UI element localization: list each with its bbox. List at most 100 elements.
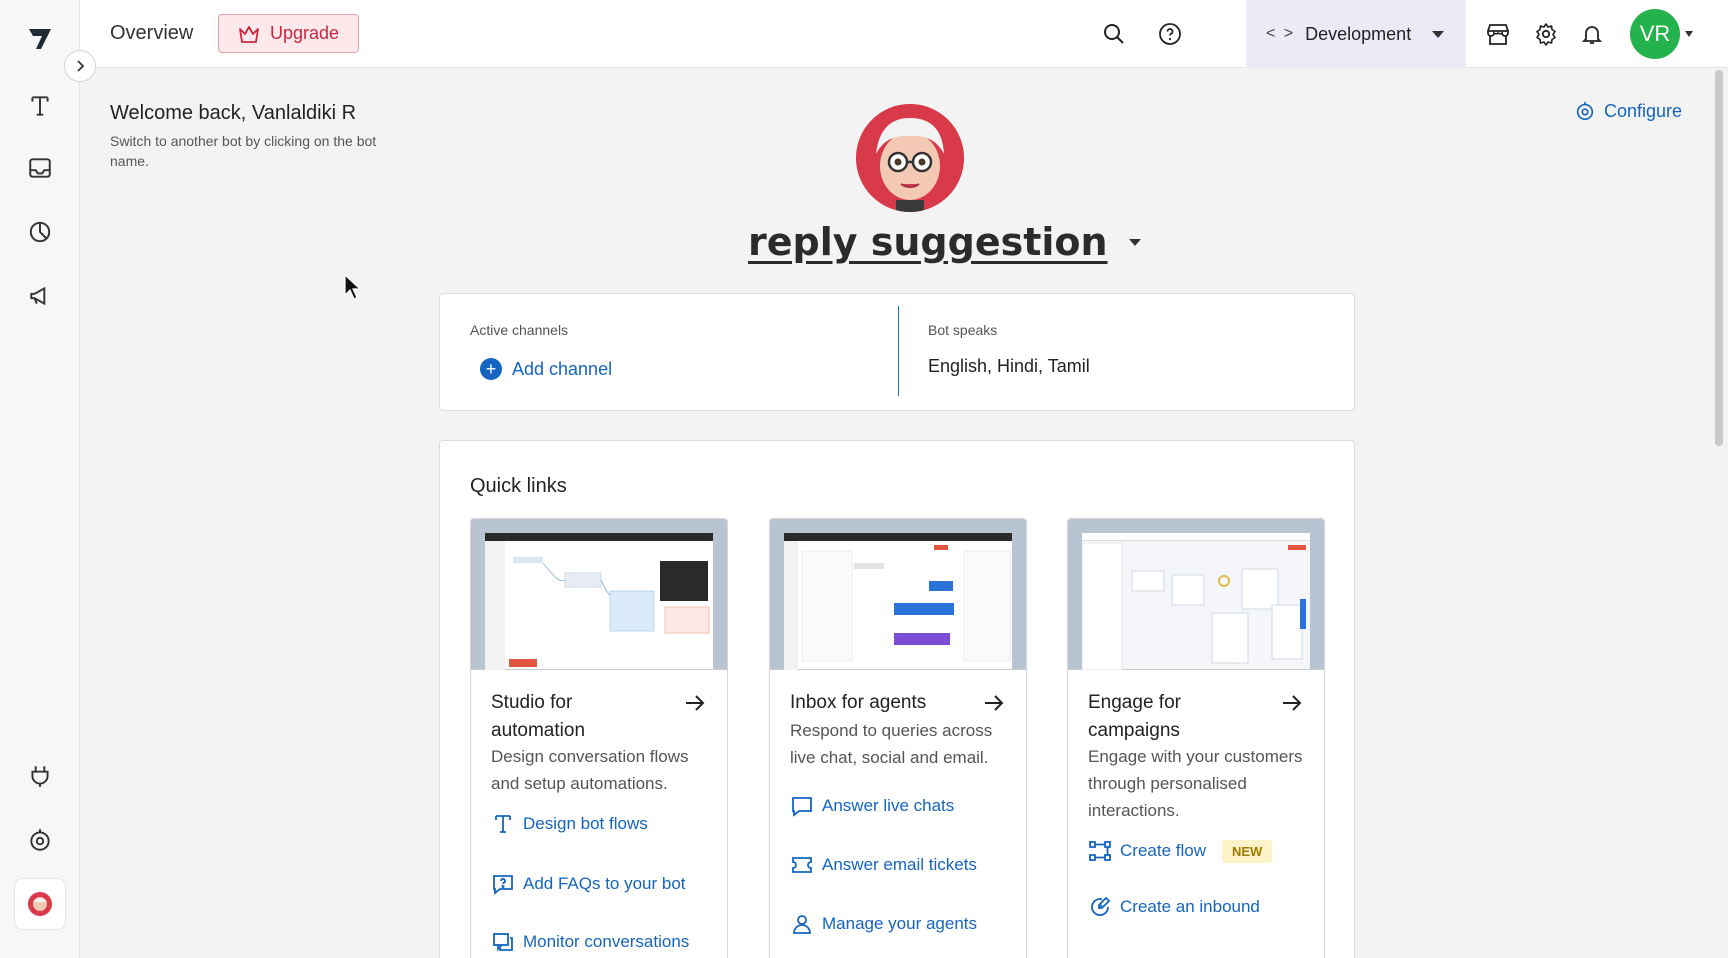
quick-links-title: Quick links [470,475,567,497]
new-badge: NEW [1221,839,1273,863]
code-icon: < > [1266,25,1296,42]
brand-logo[interactable] [20,18,60,58]
studio-icon [31,96,49,116]
add-channel-label: Add channel [512,358,613,379]
configure-link[interactable]: Configure [1574,100,1682,122]
crown-icon [239,25,259,43]
link-label: Manage your agents [822,914,977,933]
bot-avatar-switcher[interactable] [14,878,66,930]
user-avatar[interactable]: VR [1630,9,1680,59]
nav-inbox[interactable] [20,148,60,188]
faq-icon [493,875,513,895]
link-label: Create an inbound [1120,897,1260,916]
gear-icon [1536,23,1556,46]
create-flow-link[interactable]: Create flow NEW [1088,839,1273,863]
nav-analytics[interactable] [20,212,60,252]
nav-studio[interactable] [20,86,60,126]
design-bot-flows-link[interactable]: Design bot flows [491,812,648,836]
quick-link-engage[interactable]: Engage for campaigns Engage with your cu… [1067,518,1325,958]
configure-label: Configure [1604,100,1683,121]
engage-description: Engage with your customers through perso… [1088,747,1303,820]
bot-avatar-icon [28,892,52,916]
link-label: Answer live chats [822,796,955,815]
nav-engage[interactable] [20,276,60,316]
arrow-right-icon[interactable] [683,691,707,715]
link-label: Design bot flows [523,814,648,833]
welcome-block: Welcome back, Vanlaldiki R Switch to ano… [110,102,410,171]
upgrade-label: Upgrade [269,23,340,43]
nav-bot-settings[interactable] [20,820,60,860]
page-scrollbar[interactable] [1715,70,1723,446]
add-channel-button[interactable]: + Add channel [480,358,612,380]
chevron-right-icon [77,60,85,72]
flow-icon [1089,841,1111,861]
engage-preview-image [1068,519,1324,671]
store-icon [1487,24,1509,45]
welcome-subtitle: Switch to another bot by clicking on the… [110,133,377,169]
settings-button[interactable] [1530,18,1562,50]
monitor-conversations-link[interactable]: Monitor conversations [491,930,689,954]
arrow-right-icon[interactable] [1280,691,1304,715]
notifications-button[interactable] [1576,18,1608,50]
user-menu-caret-icon[interactable] [1684,30,1694,38]
ticket-icon [792,857,812,873]
caret-down-icon [1432,31,1445,38]
bot-name[interactable]: reply suggestion [748,220,1108,264]
environment-label: Development [1305,23,1412,44]
answer-live-chats-link[interactable]: Answer live chats [790,794,954,818]
manage-agents-link[interactable]: Manage your agents [790,912,977,936]
engage-preview-graphic [1081,542,1306,671]
quick-links-card: Quick links Studio for automation Design… [439,440,1355,958]
bot-languages: English, Hindi, Tamil [928,356,1090,376]
bot-avatar [856,104,964,212]
caret-down-icon[interactable] [1128,237,1142,247]
answer-email-tickets-link[interactable]: Answer email tickets [790,853,977,877]
mouse-cursor-icon [344,274,362,300]
app-root: Overview Upgrade < > Development VR Welc… [0,0,1728,958]
plus-circle-icon: + [480,358,502,380]
studio-preview-graphic [485,541,710,670]
bot-name-selector[interactable]: reply suggestion [748,220,1142,264]
link-label: Add FAQs to your bot [523,874,686,893]
add-faqs-link[interactable]: Add FAQs to your bot [491,872,686,896]
environment-selector[interactable]: < > Development [1246,0,1466,68]
expand-rail-button[interactable] [64,50,96,82]
chat-icon [792,797,812,817]
studio-preview-image [471,519,727,670]
nav-integrations[interactable] [20,756,60,796]
bot-speaks-label: Bot speaks [928,322,998,338]
page-title: Overview [110,22,194,44]
arrow-right-icon[interactable] [982,691,1006,715]
channels-card: Active channels + Add channel Bot speaks… [439,293,1355,411]
channels-divider [898,306,899,396]
help-button[interactable] [1154,18,1186,50]
engage-title[interactable]: Engage for campaigns [1088,689,1268,745]
plug-icon [31,766,49,787]
megaphone-icon [30,286,46,306]
top-bar: Overview Upgrade < > Development VR [80,0,1728,68]
quick-link-inbox[interactable]: Inbox for agents Respond to queries acro… [769,518,1027,958]
studio-icon [495,815,511,833]
user-icon [793,915,811,934]
quick-link-studio[interactable]: Studio for automation Design conversatio… [470,518,728,958]
create-inbound-link[interactable]: Create an inbound [1088,895,1260,919]
logo-icon [29,29,51,49]
welcome-title: Welcome back, Vanlaldiki R [110,102,357,124]
search-icon [1104,24,1124,44]
search-button[interactable] [1098,18,1130,50]
inbox-icon [29,158,51,178]
bot-configure-icon [1576,101,1594,121]
upgrade-button[interactable]: Upgrade [218,14,359,53]
studio-title[interactable]: Studio for automation [491,689,671,745]
link-label: Create flow [1120,841,1206,860]
studio-description: Design conversation flows and setup auto… [491,747,689,793]
pie-chart-icon [29,221,51,243]
inbox-title[interactable]: Inbox for agents [790,689,970,717]
left-rail [0,0,80,958]
store-button[interactable] [1482,18,1514,50]
bot-icon [30,829,50,851]
link-label: Answer email tickets [822,855,977,874]
inbound-icon [1091,896,1111,916]
bot-avatar-illustration [856,104,964,212]
inbox-preview-image [770,519,1026,670]
